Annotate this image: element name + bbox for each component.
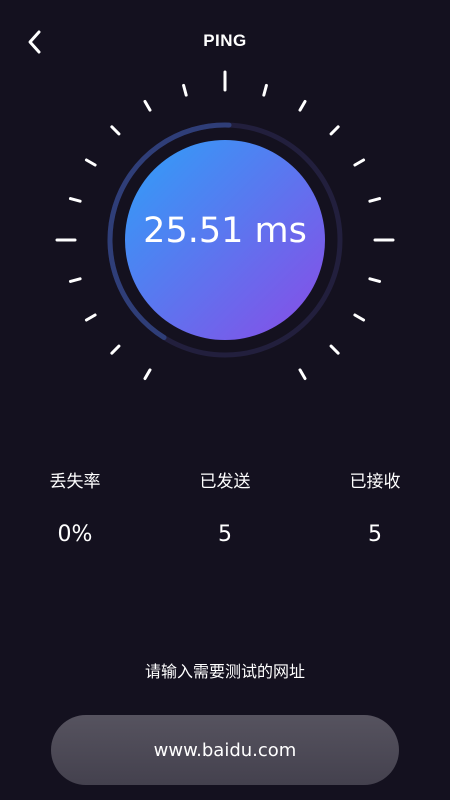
gauge-tick <box>298 368 307 381</box>
gauge-tick <box>68 277 82 283</box>
gauge-tick <box>84 313 97 322</box>
gauge-tick <box>84 158 97 167</box>
ping-screen: PING 25.51 ms 丢失率 0% 已发送 5 已接收 5 请输入需要测试… <box>0 0 450 800</box>
url-hint: 请输入需要测试的网址 <box>144 662 305 681</box>
stat-value: 0% <box>57 522 93 547</box>
gauge-tick <box>262 83 268 97</box>
stat-sent: 已发送 5 <box>165 470 285 550</box>
gauge-tick <box>353 158 366 167</box>
gauge-tick <box>68 197 82 203</box>
stat-received: 已接收 5 <box>315 470 435 550</box>
page-title: PING <box>203 31 247 50</box>
url-input-container[interactable] <box>51 715 399 785</box>
gauge-tick <box>329 344 340 355</box>
stats-row: 丢失率 0% 已发送 5 已接收 5 <box>0 470 450 560</box>
gauge-tick <box>368 277 382 283</box>
ping-gauge: 25.51 ms <box>50 65 400 415</box>
gauge-tick <box>110 125 121 136</box>
gauge-tick <box>298 99 307 112</box>
gauge-tick <box>110 344 121 355</box>
url-input[interactable] <box>73 738 377 762</box>
stat-value: 5 <box>218 522 232 547</box>
ping-value: 25.51 ms <box>143 211 307 251</box>
stat-label: 已发送 <box>199 472 251 492</box>
gauge-tick <box>368 197 382 203</box>
stat-label: 丢失率 <box>49 472 101 492</box>
stat-value: 5 <box>368 522 382 547</box>
stat-loss-rate: 丢失率 0% <box>15 470 135 550</box>
gauge-tick <box>329 125 340 136</box>
gauge-tick <box>353 313 366 322</box>
stat-label: 已接收 <box>349 472 401 492</box>
gauge-tick <box>143 99 152 112</box>
header: PING <box>0 24 450 60</box>
gauge-tick <box>182 83 188 97</box>
gauge-tick <box>143 368 152 381</box>
